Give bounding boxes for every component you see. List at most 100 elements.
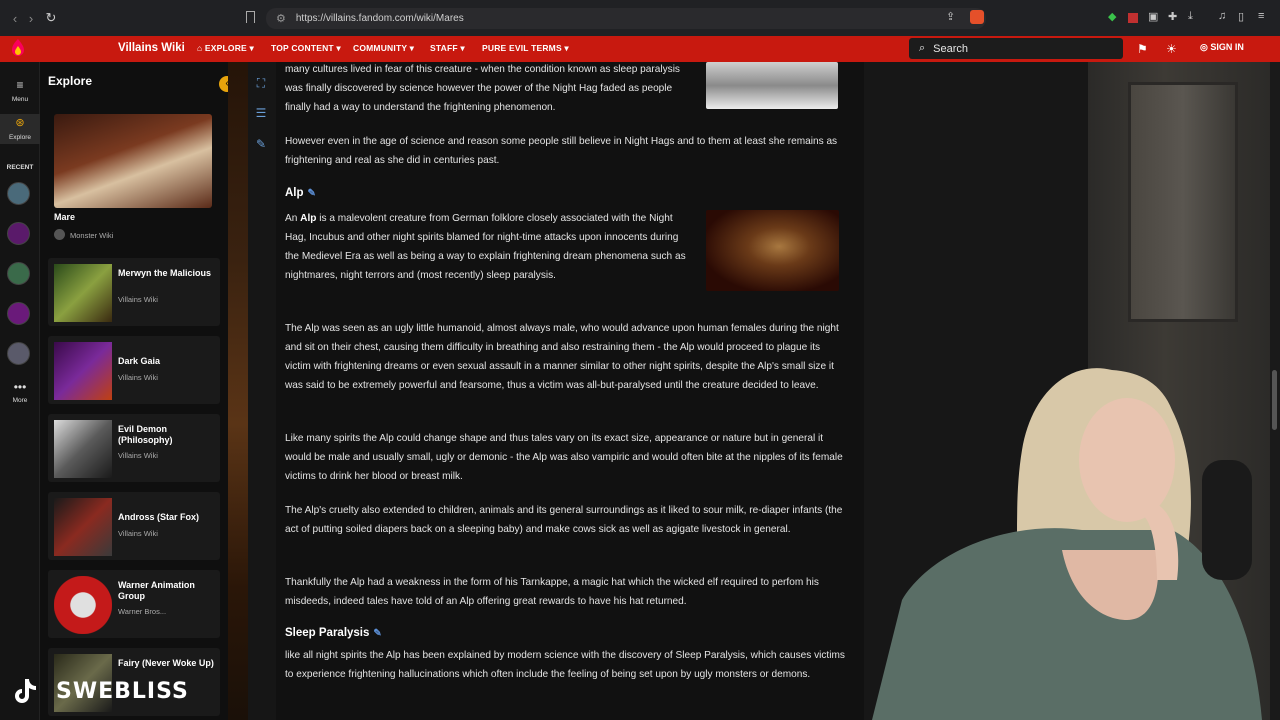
nav-explore[interactable]: ⌂ EXPLORE ▾ bbox=[197, 43, 254, 54]
sidebar-toggle-icon[interactable]: ▯ bbox=[1238, 10, 1244, 23]
explore-card[interactable]: Evil Demon (Philosophy) Villains Wiki bbox=[48, 414, 220, 482]
paragraph: However even in the age of science and r… bbox=[285, 136, 838, 166]
card-sub: Villains Wiki bbox=[118, 529, 158, 538]
edit-icon[interactable]: ✎ bbox=[254, 137, 268, 151]
sign-in-button[interactable]: ◎ SIGN IN bbox=[1200, 42, 1244, 53]
menu-label: Menu bbox=[11, 96, 29, 103]
nav-staff[interactable]: STAFF ▾ bbox=[430, 43, 465, 54]
url-text: https://villains.fandom.com/wiki/Mares bbox=[295, 13, 464, 24]
section-heading-alp: Alp ✎ bbox=[285, 187, 316, 199]
tiktok-logo-icon bbox=[15, 679, 36, 703]
heading-text: Alp bbox=[285, 187, 304, 199]
explore-rail-label: Explore bbox=[8, 134, 32, 141]
extension-icon-red[interactable] bbox=[1128, 13, 1138, 23]
card-sub: Villains Wiki bbox=[118, 373, 158, 382]
recent-wiki-3[interactable] bbox=[7, 262, 30, 285]
wiki-name[interactable]: Villains Wiki bbox=[118, 42, 185, 54]
recent-wiki-2[interactable] bbox=[7, 222, 30, 245]
alp-image[interactable] bbox=[706, 210, 839, 291]
music-icon[interactable]: ♫ bbox=[1218, 10, 1226, 22]
card-title: Warner Animation Group bbox=[118, 580, 195, 601]
reload-icon[interactable]: ↻ bbox=[40, 10, 62, 26]
card-thumbnail bbox=[54, 264, 112, 322]
card-title: Andross (Star Fox) bbox=[118, 512, 200, 522]
search-icon: ⌕ bbox=[919, 42, 926, 54]
share-icon[interactable]: ⇪ bbox=[946, 10, 955, 23]
recent-wiki-4[interactable] bbox=[7, 302, 30, 325]
nav-community-label: COMMUNITY bbox=[353, 43, 408, 53]
menu-icon[interactable]: ≡ bbox=[1258, 10, 1264, 22]
card-title: Evil Demon (Philosophy) bbox=[118, 424, 173, 445]
explore-title: Explore bbox=[48, 74, 93, 88]
nav-top-content[interactable]: TOP CONTENT ▾ bbox=[271, 43, 341, 54]
room-window bbox=[1128, 82, 1238, 322]
scrollbar-thumb[interactable] bbox=[1272, 370, 1277, 430]
sign-in-label: SIGN IN bbox=[1210, 42, 1244, 52]
discussions-icon[interactable]: ⚑ bbox=[1137, 42, 1148, 56]
edit-section-icon[interactable]: ✎ bbox=[373, 628, 381, 639]
card-sub: Villains Wiki bbox=[118, 295, 158, 304]
nav-staff-label: STAFF bbox=[430, 43, 458, 53]
nav-top-content-label: TOP CONTENT bbox=[271, 43, 334, 53]
page-tools bbox=[248, 62, 276, 720]
card-sub: Villains Wiki bbox=[118, 451, 158, 460]
explore-card-mare[interactable]: Mare Monster Wiki bbox=[48, 110, 220, 248]
webcam-streamer bbox=[872, 368, 1262, 720]
toc-icon[interactable]: ☰ bbox=[254, 106, 268, 120]
paragraph: The Alp's cruelty also extended to child… bbox=[285, 505, 843, 535]
explore-card[interactable]: Warner Animation Group Warner Bros... bbox=[48, 570, 220, 638]
card-thumbnail bbox=[54, 498, 112, 556]
paragraph: The Alp was seen as an ugly little human… bbox=[285, 323, 839, 391]
paragraph-text: An bbox=[285, 213, 301, 224]
card-sub: Monster Wiki bbox=[70, 231, 114, 240]
card-title: Merwyn the Malicious bbox=[118, 268, 212, 278]
bookmark-icon[interactable] bbox=[246, 11, 255, 23]
fandom-logo-icon[interactable] bbox=[10, 38, 26, 58]
recent-wiki-1[interactable] bbox=[7, 182, 30, 205]
paragraph-text: is a malevolent creature from German fol… bbox=[285, 213, 686, 281]
card-sub: Warner Bros... bbox=[118, 607, 167, 616]
mare-thumbnail bbox=[54, 114, 212, 208]
card-thumbnail bbox=[54, 342, 112, 400]
recent-wiki-5[interactable] bbox=[7, 342, 30, 365]
section-heading-sleep-paralysis: Sleep Paralysis ✎ bbox=[285, 627, 382, 639]
menu-button[interactable]: ≡ bbox=[0, 78, 40, 92]
search-input[interactable]: ⌕ Search bbox=[909, 38, 1123, 59]
nav-explore-label: EXPLORE bbox=[204, 43, 247, 53]
card-wiki-icon bbox=[54, 229, 65, 240]
site-settings-icon[interactable]: ⚙ bbox=[276, 12, 286, 25]
card-thumbnail bbox=[54, 576, 112, 634]
more-icon[interactable]: ••• bbox=[0, 380, 40, 394]
explore-card[interactable]: Merwyn the Malicious Villains Wiki bbox=[48, 258, 220, 326]
extension-icon-green[interactable]: ◆ bbox=[1108, 10, 1116, 23]
extension-icon-gray[interactable]: ▣ bbox=[1148, 10, 1158, 23]
card-title: Fairy (Never Woke Up) bbox=[118, 658, 214, 668]
theme-toggle-icon[interactable]: ☀ bbox=[1166, 42, 1177, 56]
paragraph: many cultures lived in fear of this crea… bbox=[285, 64, 680, 113]
paragraph: An Alp is a malevolent creature from Ger… bbox=[285, 209, 695, 285]
explore-card[interactable]: Dark Gaia Villains Wiki bbox=[48, 336, 220, 404]
nav-community[interactable]: COMMUNITY ▾ bbox=[353, 43, 414, 54]
edit-section-icon[interactable]: ✎ bbox=[308, 188, 316, 199]
paragraph: Thankfully the Alp had a weakness in the… bbox=[285, 577, 819, 607]
explore-card[interactable]: Andross (Star Fox) Villains Wiki bbox=[48, 492, 220, 560]
recent-label: RECENT bbox=[6, 164, 34, 171]
card-title: Mare bbox=[54, 212, 76, 222]
forward-icon[interactable]: › bbox=[20, 11, 42, 26]
streamer-watermark: SWEBLISS bbox=[56, 679, 189, 704]
download-icon[interactable]: ⤓ bbox=[1188, 10, 1193, 23]
alp-bold: Alp bbox=[300, 213, 317, 224]
brave-shield-icon[interactable] bbox=[970, 10, 984, 24]
nav-pure-evil-terms[interactable]: PURE EVIL TERMS ▾ bbox=[482, 43, 569, 54]
paragraph: Like many spirits the Alp could change s… bbox=[285, 433, 843, 482]
fullscreen-icon[interactable]: ⛶ bbox=[254, 76, 268, 90]
nav-pure-evil-terms-label: PURE EVIL TERMS bbox=[482, 43, 562, 53]
search-placeholder: Search bbox=[933, 42, 969, 55]
puzzle-icon[interactable]: ✚ bbox=[1168, 10, 1177, 23]
heading-text: Sleep Paralysis bbox=[285, 627, 370, 639]
night-hag-image[interactable] bbox=[706, 62, 838, 109]
address-bar[interactable]: ⚙ https://villains.fandom.com/wiki/Mares bbox=[266, 8, 986, 29]
compass-icon: ⊛ bbox=[15, 117, 25, 129]
card-title: Dark Gaia bbox=[118, 356, 161, 366]
more-label: More bbox=[12, 397, 28, 404]
